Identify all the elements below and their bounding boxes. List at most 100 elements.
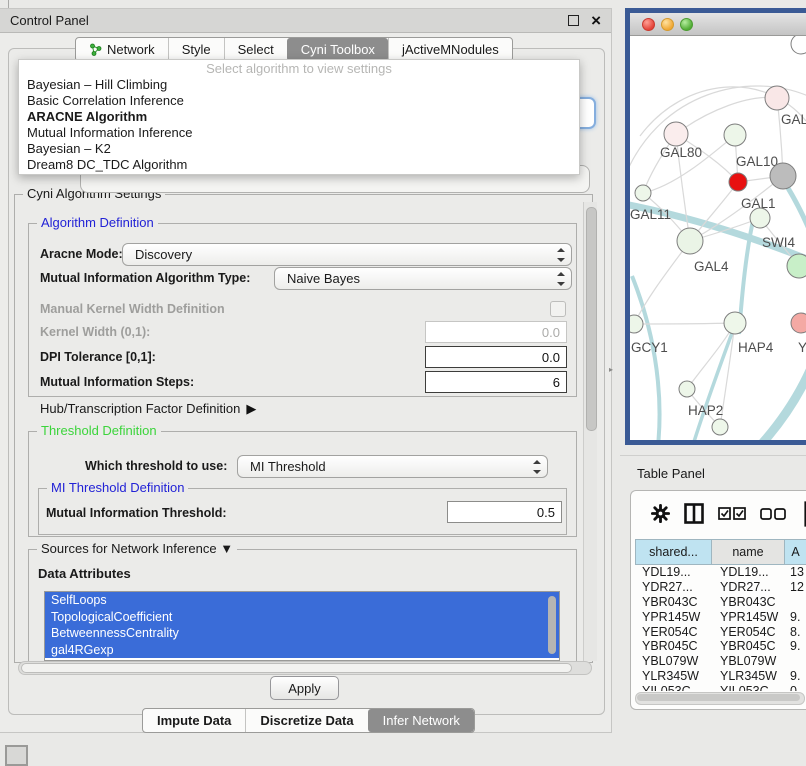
network-node[interactable] — [712, 419, 728, 435]
mi-threshold-field[interactable] — [447, 501, 562, 523]
close-window-icon[interactable] — [642, 18, 655, 31]
select-all-checkboxes-icon[interactable] — [718, 507, 746, 525]
sources-group-title[interactable]: Sources for Network Inference ▼ — [37, 541, 237, 556]
network-node-hap2[interactable] — [679, 381, 695, 397]
table-cell: 8. — [785, 625, 806, 640]
manual-kernel-checkbox[interactable] — [550, 301, 566, 317]
network-node-gal11[interactable] — [635, 185, 651, 201]
tab-discretize-data[interactable]: Discretize Data — [245, 709, 367, 732]
table-horizontal-scrollbar[interactable] — [635, 692, 805, 705]
split-columns-icon[interactable] — [684, 503, 704, 529]
list-item-topologicalcoefficient[interactable]: TopologicalCoefficient — [45, 609, 559, 626]
tab-impute-data[interactable]: Impute Data — [143, 709, 245, 732]
table-row[interactable]: YIL053CYIL053C0. — [635, 684, 806, 691]
list-item-gal4rgexp[interactable]: gal4RGexp — [45, 642, 559, 659]
network-node-gal[interactable] — [765, 86, 789, 110]
list-item-betweennesscentrality[interactable]: BetweennessCentrality — [45, 625, 559, 642]
hub-section-toggle[interactable]: Hub/Transcription Factor Definition▶ — [40, 401, 256, 417]
table-row[interactable]: YDR27...YDR27...12 — [635, 580, 806, 595]
network-edge[interactable] — [788, 188, 806, 241]
dropdown-item-dream8-dc-tdc-algorithm[interactable]: Dream8 DC_TDC Algorithm — [19, 157, 579, 173]
dropdown-item-mutual-information-inference[interactable]: Mutual Information Inference — [19, 125, 579, 141]
settings-vertical-scrollbar[interactable] — [583, 202, 597, 661]
column-header-shared[interactable]: shared... — [635, 539, 712, 565]
node-label-swi4: SWI4 — [762, 235, 795, 250]
apply-button[interactable]: Apply — [270, 676, 339, 700]
table-cell: YDR27... — [635, 580, 712, 595]
column-header-name[interactable]: name — [712, 539, 785, 565]
network-node-hap4[interactable] — [724, 312, 746, 334]
network-node[interactable] — [791, 36, 806, 54]
zoom-window-icon[interactable] — [680, 18, 693, 31]
tab-network[interactable]: Network — [76, 38, 168, 61]
table-row[interactable]: YBR043CYBR043C — [635, 595, 806, 610]
tab-infer-network[interactable]: Infer Network — [368, 709, 474, 732]
table-cell — [785, 595, 806, 610]
minimized-panel-icon[interactable] — [5, 745, 28, 766]
column-header-a[interactable]: A — [785, 539, 806, 565]
table-cell: YBL079W — [635, 654, 712, 669]
network-node-swi4[interactable] — [750, 208, 770, 228]
table-row[interactable]: YER054CYER054C8. — [635, 625, 806, 640]
panel-splitter-handle[interactable]: ▸ — [609, 365, 613, 374]
network-node-gal4[interactable] — [677, 228, 703, 254]
mi-type-value: Naive Bayes — [287, 271, 556, 286]
which-threshold-combo[interactable]: MI Threshold — [237, 455, 548, 478]
table-cell: YBR045C — [712, 639, 785, 654]
network-node-gal10[interactable] — [724, 124, 746, 146]
list-item-selfloops[interactable]: SelfLoops — [45, 592, 559, 609]
network-canvas[interactable]: GALGAL80GAL10GAL1SWI4GAL11GAL4GCY1HAP4YH… — [630, 36, 806, 440]
dpi-tolerance-field[interactable] — [425, 346, 567, 368]
table-cell: YBR045C — [635, 639, 712, 654]
tab-select[interactable]: Select — [224, 38, 287, 61]
network-node[interactable] — [729, 173, 747, 191]
dropdown-item-bayesian-hill-climbing[interactable]: Bayesian – Hill Climbing — [19, 77, 579, 93]
table-body[interactable]: YDL19...YDL19...13YDR27...YDR27...12YBR0… — [635, 565, 806, 691]
gear-icon[interactable] — [651, 504, 670, 528]
stepper-icon — [532, 460, 541, 474]
mi-threshold-group-title: MI Threshold Definition — [47, 480, 188, 495]
table-row[interactable]: YBL079WYBL079W — [635, 654, 806, 669]
data-attributes-list[interactable]: SelfLoopsTopologicalCoefficientBetweenne… — [44, 591, 560, 661]
dropdown-item-bayesian-k2[interactable]: Bayesian – K2 — [19, 141, 579, 157]
list-scrollbar-thumb[interactable] — [548, 596, 556, 654]
network-node[interactable] — [770, 163, 796, 189]
table-header-row: shared...nameA — [635, 539, 806, 565]
tab-jactivemnodules[interactable]: jActiveMNodules — [388, 38, 512, 61]
kernel-width-label: Kernel Width (0,1): — [40, 325, 150, 339]
tab-style[interactable]: Style — [168, 38, 224, 61]
table-cell: YLR345W — [712, 669, 785, 684]
table-row[interactable]: YLR345WYLR345W9. — [635, 669, 806, 684]
close-panel-icon[interactable]: × — [591, 16, 601, 26]
network-edge[interactable] — [687, 323, 735, 389]
network-edge[interactable] — [632, 276, 660, 440]
table-cell: YDL19... — [712, 565, 785, 580]
network-window-titlebar[interactable] — [630, 13, 806, 36]
network-node-gcy1[interactable] — [630, 315, 643, 333]
aracne-mode-label: Aracne Mode: — [40, 247, 123, 261]
algorithm-dropdown-list[interactable]: Select algorithm to view settings Bayesi… — [18, 59, 580, 175]
table-cell: YDL19... — [635, 565, 712, 580]
network-icon — [89, 43, 102, 56]
table-row[interactable]: YPR145WYPR145W9. — [635, 610, 806, 625]
dropdown-item-aracne-algorithm[interactable]: ARACNE Algorithm — [19, 109, 579, 125]
deselect-all-checkboxes-icon[interactable] — [760, 507, 786, 525]
minimize-window-icon[interactable] — [661, 18, 674, 31]
network-node[interactable] — [787, 254, 806, 278]
dropdown-item-basic-correlation-inference[interactable]: Basic Correlation Inference — [19, 93, 579, 109]
network-node-gal80[interactable] — [664, 122, 688, 146]
kernel-width-field[interactable] — [425, 321, 567, 343]
table-cell: YPR145W — [635, 610, 712, 625]
settings-horizontal-scrollbar[interactable] — [18, 661, 592, 675]
table-cell: 12 — [785, 580, 806, 595]
tab-cyni-toolbox[interactable]: Cyni Toolbox — [287, 38, 388, 61]
float-panel-icon[interactable] — [568, 15, 579, 26]
table-cell: YBR043C — [635, 595, 712, 610]
aracne-mode-combo[interactable]: Discovery — [122, 243, 572, 266]
table-row[interactable]: YBR045CYBR045C9. — [635, 639, 806, 654]
mi-type-combo[interactable]: Naive Bayes — [274, 267, 572, 290]
table-row[interactable]: YDL19...YDL19...13 — [635, 565, 806, 580]
network-node-y[interactable] — [791, 313, 806, 333]
mi-steps-field[interactable] — [425, 371, 567, 393]
network-edge[interactable] — [758, 366, 806, 440]
